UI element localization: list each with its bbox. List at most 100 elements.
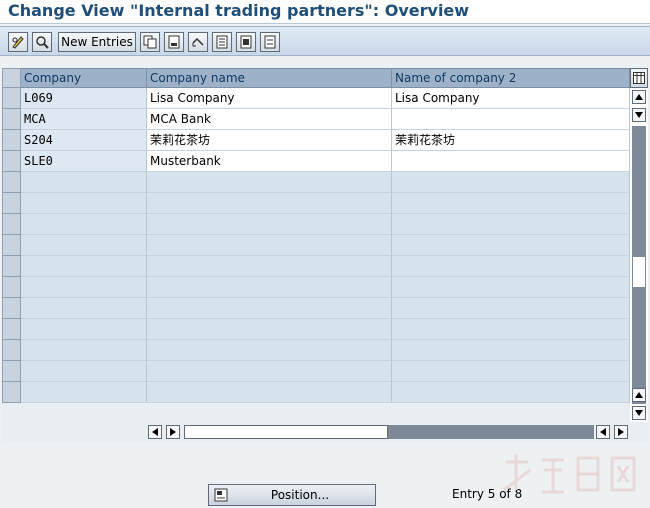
- table-cell-name2-empty[interactable]: [392, 340, 630, 361]
- table-cell-name2-empty[interactable]: [392, 361, 630, 382]
- table-cell-company-name-empty[interactable]: [147, 235, 392, 256]
- table-cell-company-name[interactable]: MCA Bank: [147, 109, 392, 130]
- deselect-all-button[interactable]: [260, 32, 280, 52]
- row-selector[interactable]: [2, 319, 21, 340]
- row-selector[interactable]: [2, 172, 21, 193]
- table-cell-name2[interactable]: Lisa Company: [392, 88, 630, 109]
- table-cell-company-name-empty[interactable]: [147, 319, 392, 340]
- table-cell-name2-empty[interactable]: [392, 193, 630, 214]
- table-cell-company[interactable]: MCA: [21, 109, 147, 130]
- table-cell-company-empty[interactable]: [21, 382, 147, 403]
- table-control: Company Company name Name of company 2 L…: [2, 68, 648, 442]
- row-selector[interactable]: [2, 298, 21, 319]
- pencil-glasses-icon: [12, 36, 24, 49]
- table-cell-company-name-empty[interactable]: [147, 277, 392, 298]
- table-cell-name2-empty[interactable]: [392, 277, 630, 298]
- table-cell-company-name[interactable]: Musterbank: [147, 151, 392, 172]
- table-cell-company-empty[interactable]: [21, 361, 147, 382]
- row-selector[interactable]: [2, 340, 21, 361]
- scroll-right-page-button[interactable]: [166, 425, 180, 439]
- scroll-up-page-button[interactable]: [632, 388, 646, 402]
- scroll-up-button[interactable]: [632, 90, 646, 104]
- deselect-all-icon: [264, 35, 276, 49]
- row-selector[interactable]: [2, 235, 21, 256]
- table-cell-company-empty[interactable]: [21, 235, 147, 256]
- table-cell-company-name-empty[interactable]: [147, 298, 392, 319]
- table-cell-name2-empty[interactable]: [392, 256, 630, 277]
- scroll-right-button[interactable]: [614, 425, 628, 439]
- column-header-name-of-company-2[interactable]: Name of company 2: [392, 68, 630, 88]
- scroll-down-page-button[interactable]: [632, 108, 646, 122]
- position-button[interactable]: Position...: [208, 484, 376, 506]
- copy-as-button[interactable]: [140, 32, 160, 52]
- horizontal-scroll-track[interactable]: [388, 425, 594, 439]
- horizontal-scrollbar[interactable]: [148, 424, 628, 440]
- page-title: Change View "Internal trading partners":…: [8, 1, 470, 20]
- scroll-left-page-button[interactable]: [596, 425, 610, 439]
- arrow-left-icon: [600, 428, 606, 436]
- table-cell-company-empty[interactable]: [21, 319, 147, 340]
- scroll-left-button[interactable]: [148, 425, 162, 439]
- row-selector[interactable]: [2, 151, 21, 172]
- table-cell-company-empty[interactable]: [21, 340, 147, 361]
- row-selector[interactable]: [2, 109, 21, 130]
- row-selector[interactable]: [2, 382, 21, 403]
- table-settings-icon: [633, 72, 645, 84]
- undo-change-button[interactable]: [188, 32, 208, 52]
- row-selector[interactable]: [2, 361, 21, 382]
- table-cell-company-name-empty[interactable]: [147, 340, 392, 361]
- column-header-company[interactable]: Company: [21, 68, 147, 88]
- table-cell-company[interactable]: S204: [21, 130, 147, 151]
- scroll-down-button[interactable]: [632, 406, 646, 420]
- table-cell-company-name-empty[interactable]: [147, 172, 392, 193]
- row-selector[interactable]: [2, 277, 21, 298]
- table-cell-company[interactable]: L069: [21, 88, 147, 109]
- arrow-down-icon: [635, 410, 643, 416]
- row-selector[interactable]: [2, 130, 21, 151]
- row-selector[interactable]: [2, 256, 21, 277]
- row-selector[interactable]: [2, 88, 21, 109]
- table-cell-company-name-empty[interactable]: [147, 256, 392, 277]
- arrow-up-icon: [635, 94, 643, 100]
- magnifier-icon: [36, 36, 49, 49]
- table-cell-company-name-empty[interactable]: [147, 361, 392, 382]
- copy-icon: [143, 35, 157, 49]
- find-button[interactable]: [32, 32, 52, 52]
- table-cell-company-empty[interactable]: [21, 193, 147, 214]
- row-selector[interactable]: [2, 214, 21, 235]
- table-cell-company-name-empty[interactable]: [147, 193, 392, 214]
- table-cell-name2-empty[interactable]: [392, 319, 630, 340]
- table-cell-company[interactable]: SLE0: [21, 151, 147, 172]
- horizontal-scroll-thumb[interactable]: [184, 425, 388, 439]
- vertical-scrollbar[interactable]: [630, 88, 648, 422]
- table-cell-name2-empty[interactable]: [392, 298, 630, 319]
- table-settings-button[interactable]: [630, 68, 648, 88]
- row-selector[interactable]: [2, 193, 21, 214]
- table-cell-name2[interactable]: [392, 109, 630, 130]
- table-cell-name2[interactable]: 茉莉花茶坊: [392, 130, 630, 151]
- table-cell-company-empty[interactable]: [21, 214, 147, 235]
- table-cell-company-empty[interactable]: [21, 298, 147, 319]
- table-cell-name2[interactable]: [392, 151, 630, 172]
- table-cell-company-empty[interactable]: [21, 277, 147, 298]
- table-cell-name2-empty[interactable]: [392, 382, 630, 403]
- watermark-logo: [503, 454, 636, 494]
- select-all-rows-corner[interactable]: [2, 68, 21, 88]
- table-cell-name2-empty[interactable]: [392, 172, 630, 193]
- table-cell-name2-empty[interactable]: [392, 214, 630, 235]
- delete-button[interactable]: [164, 32, 184, 52]
- select-all-button[interactable]: [212, 32, 232, 52]
- table-cell-company-empty[interactable]: [21, 256, 147, 277]
- table-cell-name2-empty[interactable]: [392, 235, 630, 256]
- column-header-company-name[interactable]: Company name: [147, 68, 392, 88]
- table-cell-company-name[interactable]: Lisa Company: [147, 88, 392, 109]
- arrow-left-icon: [152, 428, 158, 436]
- table-cell-company-name[interactable]: 茉莉花茶坊: [147, 130, 392, 151]
- select-block-button[interactable]: [236, 32, 256, 52]
- new-entries-button[interactable]: New Entries: [58, 32, 136, 52]
- table-cell-company-empty[interactable]: [21, 172, 147, 193]
- table-cell-company-name-empty[interactable]: [147, 382, 392, 403]
- scroll-thumb[interactable]: [632, 256, 646, 288]
- table-cell-company-name-empty[interactable]: [147, 214, 392, 235]
- display-change-button[interactable]: [8, 32, 28, 52]
